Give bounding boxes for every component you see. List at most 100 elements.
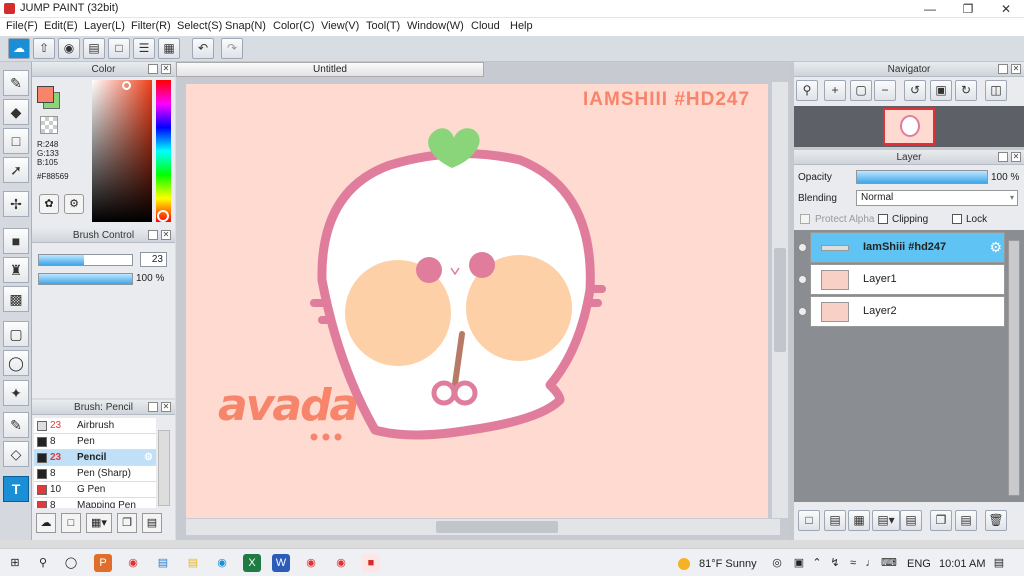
panel-float-icon[interactable] bbox=[998, 64, 1008, 74]
search-icon[interactable]: ⚲ bbox=[34, 554, 52, 572]
show-hidden-icons[interactable]: ⌃ bbox=[808, 554, 826, 572]
cloud-upload-icon[interactable]: ☁ bbox=[8, 38, 30, 59]
chrome-profile-icon[interactable]: ◉ bbox=[332, 554, 350, 572]
brush-item[interactable]: 10 G Pen bbox=[34, 482, 156, 498]
file-explorer-icon[interactable]: ▤ bbox=[184, 554, 202, 572]
overlay-icon[interactable]: ◎ bbox=[768, 554, 786, 572]
network-icon[interactable]: ↯ bbox=[826, 554, 844, 572]
notification-icon[interactable]: ▤ bbox=[990, 554, 1008, 572]
chrome-icon[interactable]: ◉ bbox=[302, 554, 320, 572]
protect-alpha-checkbox[interactable] bbox=[800, 214, 810, 224]
brush-list-scrollbar[interactable] bbox=[158, 430, 170, 506]
menu-tool[interactable]: Tool(T) bbox=[366, 20, 400, 32]
comment-icon[interactable]: ◉ bbox=[58, 38, 80, 59]
brush-item[interactable]: 8 Mapping Pen bbox=[34, 498, 156, 508]
text-tool-icon[interactable]: T bbox=[3, 476, 29, 502]
saturation-value-picker[interactable] bbox=[92, 80, 152, 222]
new-layer-icon[interactable]: □ bbox=[798, 510, 820, 531]
select-eraser-icon[interactable]: ◇ bbox=[3, 441, 29, 467]
panel-float-icon[interactable] bbox=[998, 152, 1008, 162]
duplicate-layer-icon[interactable]: ❐ bbox=[930, 510, 952, 531]
new-image-layer-icon[interactable]: ▦ bbox=[848, 510, 870, 531]
brush-item[interactable]: 23 Airbrush bbox=[34, 418, 156, 434]
excel-icon[interactable]: X bbox=[243, 554, 261, 572]
menu-window[interactable]: Window(W) bbox=[407, 20, 464, 32]
comment-list-icon[interactable]: ▤ bbox=[83, 38, 105, 59]
brush-folder-icon[interactable]: ▤ bbox=[142, 513, 162, 533]
panel-float-icon[interactable] bbox=[148, 64, 158, 74]
merge-layer-icon[interactable]: ▤ bbox=[955, 510, 977, 531]
jump-paint-icon[interactable]: ■ bbox=[362, 554, 380, 572]
minimize-icon[interactable]: — bbox=[912, 0, 948, 18]
restore-icon[interactable]: ❐ bbox=[950, 0, 986, 18]
flip-icon[interactable]: ◫ bbox=[985, 80, 1007, 101]
shape-tool-icon[interactable]: □ bbox=[3, 128, 29, 154]
menu-help[interactable]: Help bbox=[510, 20, 533, 32]
page-icon[interactable]: □ bbox=[108, 38, 130, 59]
brush-item[interactable]: 23 Pencil ⚙ bbox=[34, 450, 156, 466]
horizontal-scrollbar[interactable] bbox=[186, 519, 780, 535]
brush-tool-icon[interactable]: ✎ bbox=[3, 70, 29, 96]
rotate-left-icon[interactable]: ↺ bbox=[904, 80, 926, 101]
document-tab[interactable]: Untitled bbox=[176, 62, 484, 77]
menu-select[interactable]: Select(S) bbox=[177, 20, 222, 32]
clock[interactable]: 10:01 AM bbox=[939, 558, 985, 570]
zoom-icon[interactable]: ⚲ bbox=[796, 80, 818, 101]
layer-visibility-icon[interactable] bbox=[798, 307, 807, 316]
vertical-scroll-thumb[interactable] bbox=[774, 248, 786, 352]
weather-text[interactable]: 81°F Sunny bbox=[699, 558, 757, 570]
lasso-select-icon[interactable]: ◯ bbox=[3, 350, 29, 376]
layer-settings-icon[interactable]: ⚙ bbox=[989, 239, 1002, 256]
vertical-scrollbar[interactable] bbox=[772, 82, 788, 518]
menu-color[interactable]: Color(C) bbox=[273, 20, 315, 32]
layer-row[interactable]: Layer2 bbox=[798, 296, 1005, 327]
wifi-icon[interactable]: ≈ bbox=[844, 554, 862, 572]
lock-checkbox[interactable] bbox=[952, 214, 962, 224]
share-icon[interactable]: ⇧ bbox=[33, 38, 55, 59]
task-view-icon[interactable]: ◯ bbox=[62, 554, 80, 572]
rect-select-icon[interactable]: ▢ bbox=[3, 321, 29, 347]
bucket-tool-icon[interactable]: ♜ bbox=[3, 257, 29, 283]
menu-snap[interactable]: Snap(N) bbox=[225, 20, 266, 32]
powerpoint-icon[interactable]: P bbox=[94, 554, 112, 572]
primary-color-swatch[interactable] bbox=[37, 86, 54, 103]
brush-settings-icon[interactable]: ⚙ bbox=[144, 450, 153, 466]
select-pen-icon[interactable]: ✎ bbox=[3, 412, 29, 438]
brush-item[interactable]: 8 Pen bbox=[34, 434, 156, 450]
new-brush-icon[interactable]: □ bbox=[61, 513, 81, 533]
panel-float-icon[interactable] bbox=[148, 402, 158, 412]
new-raster-layer-icon[interactable]: ▤ bbox=[824, 510, 846, 531]
menu-edit[interactable]: Edit(E) bbox=[44, 20, 78, 32]
move-tool-icon[interactable]: ✢ bbox=[3, 191, 29, 217]
list-icon[interactable]: ☰ bbox=[133, 38, 155, 59]
layer-list-scrollbar[interactable] bbox=[1008, 240, 1020, 496]
transparent-color-swatch[interactable] bbox=[40, 116, 58, 134]
horizontal-scroll-thumb[interactable] bbox=[436, 521, 558, 533]
volume-icon[interactable]: ♩ bbox=[862, 554, 880, 572]
undo-icon[interactable]: ↶ bbox=[192, 38, 214, 59]
menu-cloud[interactable]: Cloud bbox=[471, 20, 500, 32]
brush-menu-icon[interactable]: ▦▾ bbox=[86, 513, 112, 533]
rotate-right-icon[interactable]: ↻ bbox=[955, 80, 977, 101]
reset-rotate-icon[interactable]: ▣ bbox=[930, 80, 952, 101]
keyboard-icon[interactable]: ⌨ bbox=[880, 554, 898, 572]
layer-folder-icon[interactable]: ▤ bbox=[900, 510, 922, 531]
zoom-in-icon[interactable]: + bbox=[824, 80, 846, 101]
menu-filter[interactable]: Filter(R) bbox=[131, 20, 171, 32]
layer-menu-icon[interactable]: ▤▾ bbox=[872, 510, 900, 531]
brush-item[interactable]: 8 Pen (Sharp) bbox=[34, 466, 156, 482]
panel-close-icon[interactable]: ✕ bbox=[1011, 64, 1021, 74]
fit-icon[interactable]: ▢ bbox=[850, 80, 872, 101]
menu-file[interactable]: File(F) bbox=[6, 20, 38, 32]
magic-wand-icon[interactable]: ✦ bbox=[3, 380, 29, 406]
panel-close-icon[interactable]: ✕ bbox=[1011, 152, 1021, 162]
panel-close-icon[interactable]: ✕ bbox=[161, 230, 171, 240]
layer-visibility-icon[interactable] bbox=[798, 243, 807, 252]
line-tool-icon[interactable]: ➚ bbox=[3, 157, 29, 183]
brush-opacity-slider[interactable] bbox=[38, 273, 133, 285]
layer-opacity-slider[interactable] bbox=[856, 170, 988, 184]
color-settings-icon[interactable]: ⚙ bbox=[64, 194, 84, 214]
panel-float-icon[interactable] bbox=[148, 230, 158, 240]
brush-duplicate-icon[interactable]: ❐ bbox=[117, 513, 137, 533]
panel-close-icon[interactable]: ✕ bbox=[161, 64, 171, 74]
